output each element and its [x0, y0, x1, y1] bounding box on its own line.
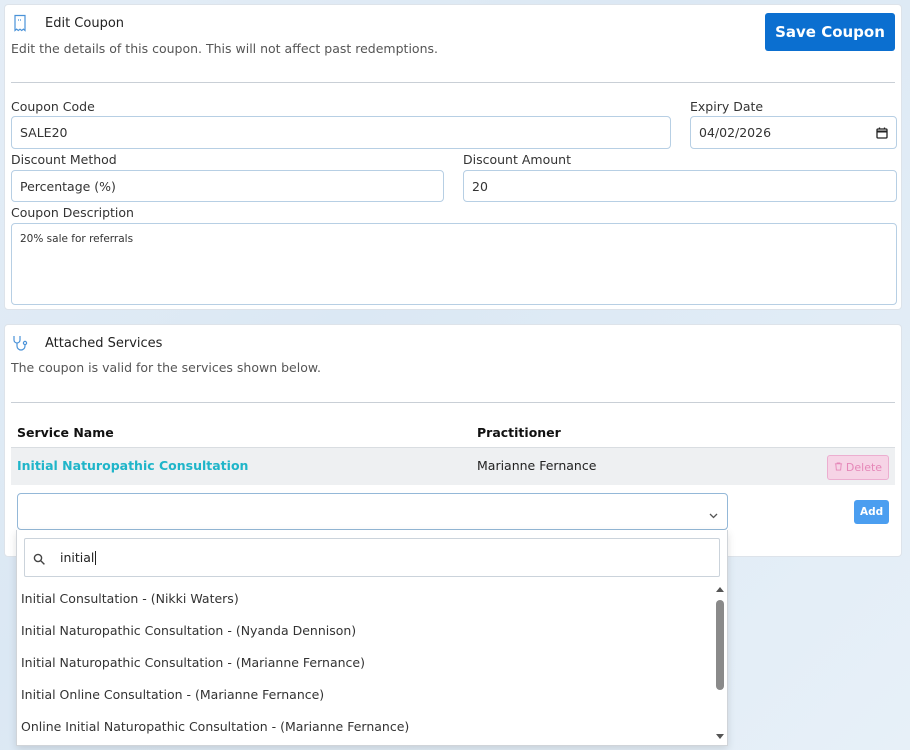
coupon-code-value: SALE20: [20, 125, 68, 140]
stethoscope-icon: [11, 334, 29, 352]
attached-services-card: Attached Services The coupon is valid fo…: [4, 324, 902, 557]
search-icon: [33, 551, 46, 565]
delete-service-button[interactable]: Delete: [827, 455, 889, 480]
dropdown-option[interactable]: Online Initial Naturopathic Consultation…: [21, 719, 409, 734]
discount-method-select[interactable]: Percentage (%): [11, 170, 444, 202]
expiry-date-label: Expiry Date: [690, 99, 764, 114]
save-coupon-button[interactable]: Save Coupon: [765, 13, 895, 51]
dropdown-scrollbar[interactable]: [714, 584, 726, 742]
scroll-down-arrow[interactable]: [716, 734, 724, 739]
add-service-button[interactable]: Add: [854, 500, 889, 524]
dropdown-option[interactable]: Initial Naturopathic Consultation - (Mar…: [21, 655, 365, 670]
attached-services-header: Attached Services: [11, 334, 162, 352]
attached-services-title: Attached Services: [45, 335, 163, 351]
attached-services-subtitle: The coupon is valid for the services sho…: [11, 360, 321, 375]
coupon-description-textarea[interactable]: 20% sale for referrals: [11, 223, 897, 305]
add-service-select[interactable]: [17, 493, 728, 530]
practitioner-name: Marianne Fernance: [477, 458, 597, 473]
discount-amount-label: Discount Amount: [463, 152, 571, 167]
calendar-icon[interactable]: [876, 127, 888, 139]
dropdown-option[interactable]: Initial Consultation - (Nikki Waters): [21, 591, 239, 606]
column-header-practitioner: Practitioner: [477, 425, 561, 440]
dropdown-option[interactable]: Initial Naturopathic Consultation - (Nya…: [21, 623, 356, 638]
column-header-service-name: Service Name: [17, 425, 114, 440]
delete-label: Delete: [845, 461, 883, 474]
edit-coupon-header: Edit Coupon: [11, 14, 124, 32]
expiry-date-input[interactable]: 04/02/2026: [690, 116, 897, 149]
coupon-code-label: Coupon Code: [11, 99, 95, 114]
service-dropdown-panel: initial Initial Consultation - (Nikki Wa…: [16, 530, 728, 746]
chevron-down-icon[interactable]: [708, 506, 719, 519]
scroll-up-arrow[interactable]: [716, 587, 724, 592]
dropdown-option[interactable]: Initial Online Consultation - (Marianne …: [21, 687, 324, 702]
discount-method-value: Percentage (%): [20, 178, 116, 194]
service-name-link[interactable]: Initial Naturopathic Consultation: [17, 458, 248, 473]
service-search-input[interactable]: initial: [24, 538, 720, 577]
edit-coupon-title: Edit Coupon: [45, 15, 125, 31]
text-caret: [95, 551, 97, 566]
expiry-date-value: 04/02/2026: [699, 125, 772, 140]
edit-coupon-subtitle: Edit the details of this coupon. This wi…: [11, 41, 438, 56]
scrollbar-thumb[interactable]: [716, 600, 724, 690]
discount-method-label: Discount Method: [11, 152, 117, 167]
coupon-code-input[interactable]: SALE20: [11, 116, 671, 149]
search-query: initial: [60, 549, 95, 565]
discount-amount-value: 20: [472, 178, 488, 194]
divider: [11, 82, 895, 83]
ticket-icon: [11, 14, 29, 32]
coupon-description-value: 20% sale for referrals: [20, 233, 134, 245]
discount-amount-input[interactable]: 20: [463, 170, 897, 202]
coupon-description-label: Coupon Description: [11, 205, 134, 220]
edit-coupon-card: Edit Coupon Edit the details of this cou…: [4, 4, 902, 310]
divider: [11, 402, 895, 403]
trash-icon: [834, 461, 843, 474]
